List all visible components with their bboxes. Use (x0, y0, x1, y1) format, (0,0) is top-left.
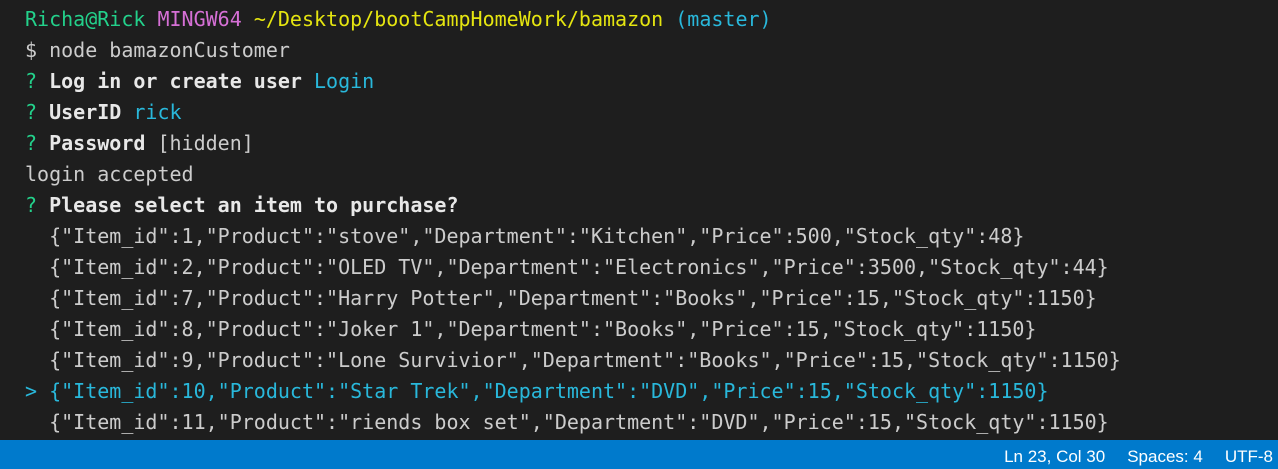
prompt-system: MINGW64 (157, 7, 242, 31)
choice-item[interactable]: {"Item_id":11,"Product":"riends box set"… (25, 407, 1278, 438)
choice-spacer (25, 286, 37, 310)
choice-item[interactable]: {"Item_id":9,"Product":"Lone Survivior",… (25, 345, 1278, 376)
question-userid-label: UserID (49, 100, 122, 124)
question-password-label: Password (49, 131, 146, 155)
question-mark-icon: ? (25, 100, 38, 124)
choice-label: {"Item_id":11,"Product":"riends box set"… (49, 410, 1109, 434)
question-login-line: ? Log in or create user Login (25, 66, 1278, 97)
question-login-answer: Login (314, 69, 375, 93)
pointer-icon: > (25, 379, 38, 403)
choice-list[interactable]: {"Item_id":1,"Product":"stove","Departme… (25, 221, 1278, 438)
choice-spacer (25, 255, 37, 279)
prompt-user-host: Richa@Rick (25, 7, 146, 31)
choice-item[interactable]: > {"Item_id":10,"Product":"Star Trek","D… (25, 376, 1278, 407)
question-select-label: Please select an item to purchase? (49, 193, 459, 217)
choice-label: {"Item_id":8,"Product":"Joker 1","Depart… (49, 317, 1037, 341)
cursor-position[interactable]: Ln 23, Col 30 (993, 440, 1116, 469)
terminal-panel[interactable]: Richa@Rick MINGW64 ~/Desktop/bootCampHom… (0, 0, 1278, 440)
prompt-path: ~/Desktop/bootCampHomeWork/bamazon (253, 7, 664, 31)
prompt-branch: (master) (675, 7, 772, 31)
question-mark-icon: ? (25, 131, 38, 155)
question-mark-icon: ? (25, 69, 38, 93)
choice-label: {"Item_id":10,"Product":"Star Trek","Dep… (49, 379, 1049, 403)
choice-label: {"Item_id":2,"Product":"OLED TV","Depart… (49, 255, 1109, 279)
file-encoding[interactable]: UTF-8 (1214, 440, 1278, 469)
question-password-answer: [hidden] (157, 131, 254, 155)
question-mark-icon: ? (25, 193, 38, 217)
indentation-setting[interactable]: Spaces: 4 (1116, 440, 1214, 469)
choice-spacer (25, 348, 37, 372)
question-login-label: Log in or create user (49, 69, 302, 93)
choice-spacer (25, 224, 37, 248)
choice-item[interactable]: {"Item_id":8,"Product":"Joker 1","Depart… (25, 314, 1278, 345)
question-select-line: ? Please select an item to purchase? (25, 190, 1278, 221)
status-bar: Ln 23, Col 30 Spaces: 4 UTF-8 (0, 440, 1278, 469)
question-userid-line: ? UserID rick (25, 97, 1278, 128)
choice-item[interactable]: {"Item_id":2,"Product":"OLED TV","Depart… (25, 252, 1278, 283)
shell-prompt-line: Richa@Rick MINGW64 ~/Desktop/bootCampHom… (25, 4, 1278, 35)
question-userid-answer: rick (133, 100, 182, 124)
choice-spacer (25, 317, 37, 341)
choice-spacer (25, 410, 37, 434)
question-password-line: ? Password [hidden] (25, 128, 1278, 159)
choice-label: {"Item_id":9,"Product":"Lone Survivior",… (49, 348, 1121, 372)
choice-item[interactable]: {"Item_id":7,"Product":"Harry Potter","D… (25, 283, 1278, 314)
login-status-line: login accepted (25, 162, 194, 186)
choice-label: {"Item_id":7,"Product":"Harry Potter","D… (49, 286, 1097, 310)
command-line: $ node bamazonCustomer (25, 38, 290, 62)
choice-item[interactable]: {"Item_id":1,"Product":"stove","Departme… (25, 221, 1278, 252)
choice-label: {"Item_id":1,"Product":"stove","Departme… (49, 224, 1025, 248)
